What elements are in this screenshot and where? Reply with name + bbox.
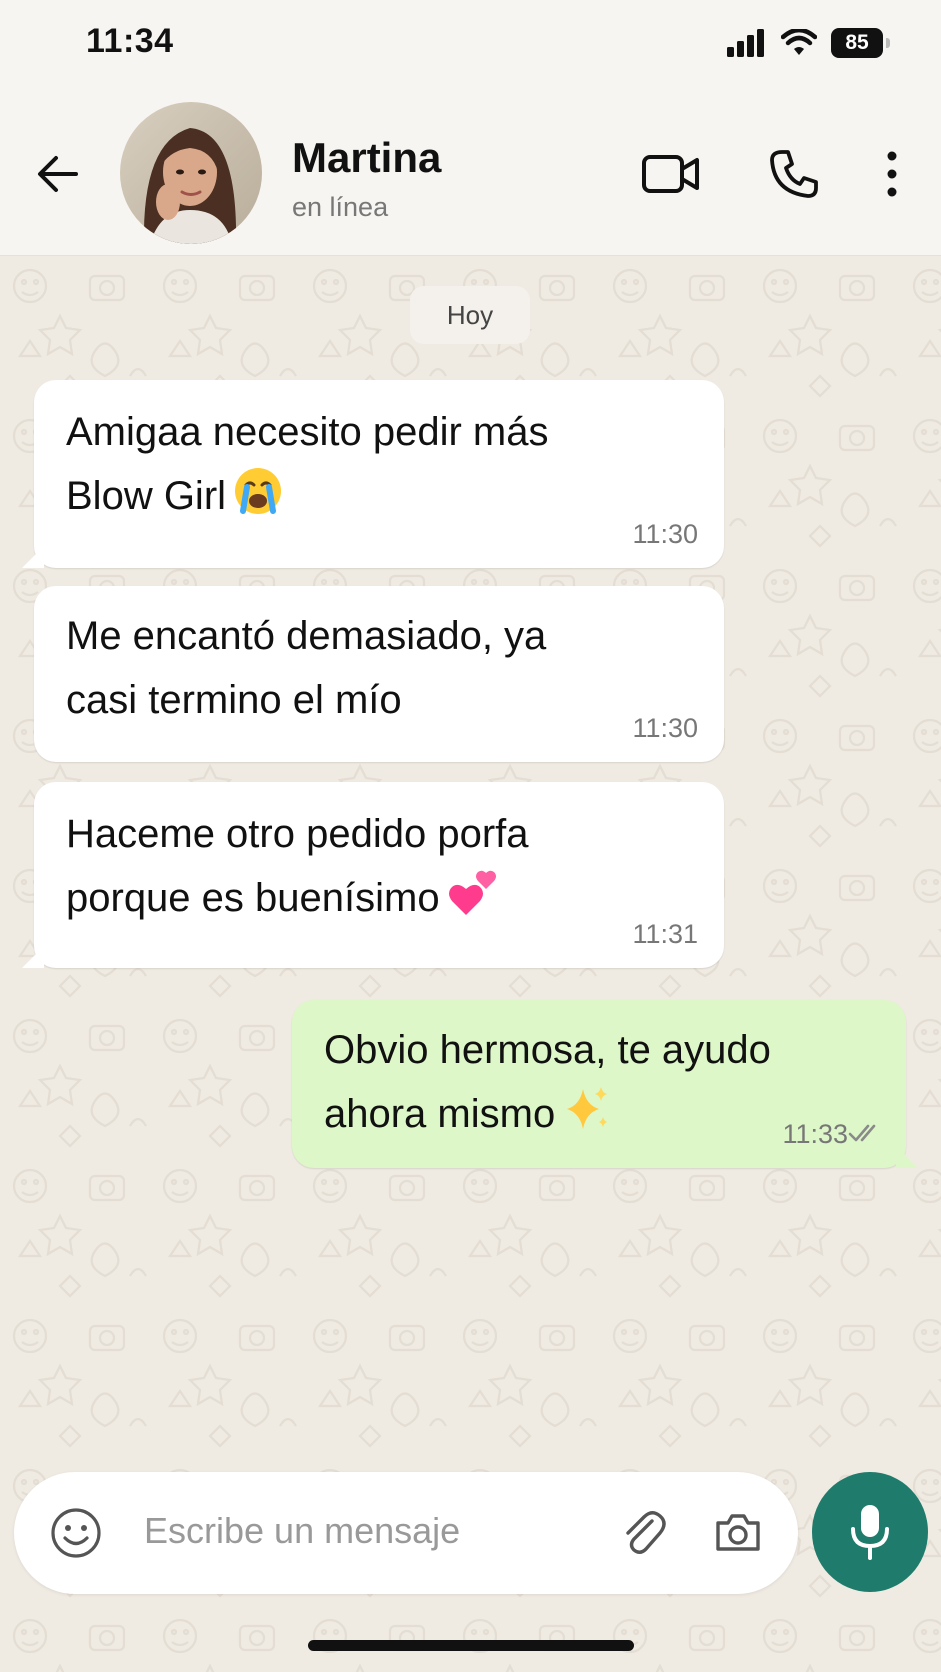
message-line-with-emoji: porque es buenísimo	[66, 866, 529, 930]
whatsapp-chat-screen: 11:34 85 Martina en línea Hoy Amigaa nec…	[0, 0, 941, 1672]
message-line: Haceme otro pedido porfa	[66, 812, 529, 856]
message-time: 11:31	[632, 919, 698, 949]
message-bubble-incoming[interactable]: Me encantó demasiado, ya casi termino el…	[34, 586, 724, 762]
two-hearts-icon	[448, 870, 496, 915]
message-line: ahora mismo	[324, 1092, 556, 1136]
signal-icon	[727, 29, 764, 57]
double-check-icon	[848, 1124, 876, 1142]
attach-icon[interactable]	[614, 1505, 670, 1561]
sparkles-icon	[567, 1087, 608, 1129]
contact-name[interactable]: Martina	[292, 134, 441, 182]
message-line: Amigaa necesito pedir más	[66, 410, 549, 454]
status-bar: 11:34 85	[0, 0, 941, 90]
message-text: Me encantó demasiado, ya casi termino el…	[66, 604, 546, 732]
avatar-image	[120, 102, 262, 244]
message-time: 11:30	[632, 713, 698, 743]
message-time: 11:30	[632, 519, 698, 549]
video-call-icon	[642, 155, 699, 193]
avatar[interactable]	[120, 102, 262, 244]
message-input[interactable]: Escribe un mensaje	[144, 1510, 460, 1552]
status-time: 11:34	[86, 22, 174, 60]
wifi-icon	[781, 29, 817, 55]
chat-header: Martina en línea	[0, 90, 941, 256]
back-arrow-icon[interactable]	[30, 146, 86, 202]
status-icons: 85	[727, 28, 890, 58]
video-call-button[interactable]	[640, 146, 702, 202]
chat-area[interactable]: Hoy Amigaa necesito pedir más Blow Girl …	[0, 256, 941, 1672]
battery-level: 85	[845, 31, 869, 54]
message-text: Amigaa necesito pedir más Blow Girl	[66, 400, 548, 528]
battery-icon: 85	[831, 28, 890, 58]
date-chip: Hoy	[410, 286, 530, 344]
more-options-icon	[887, 151, 897, 197]
message-line: porque es buenísimo	[66, 876, 440, 920]
message-bubble-outgoing[interactable]: Obvio hermosa, te ayudo ahora mismo 11:3…	[292, 1000, 918, 1168]
message-bubble-incoming[interactable]: Haceme otro pedido porfa porque es buení…	[22, 782, 724, 968]
phone-call-icon	[770, 150, 818, 198]
message-line-with-emoji: Blow Girl	[66, 464, 548, 528]
camera-icon[interactable]	[710, 1505, 766, 1561]
phone-call-button[interactable]	[764, 146, 824, 202]
message-bubble-incoming[interactable]: Amigaa necesito pedir más Blow Girl 11:3…	[22, 380, 724, 568]
message-composer: Escribe un mensaje	[14, 1472, 798, 1594]
emoji-icon[interactable]	[48, 1505, 104, 1561]
bubble-tail	[22, 946, 44, 968]
message-line-with-emoji: ahora mismo	[324, 1082, 771, 1146]
message-text: Haceme otro pedido porfa porque es buení…	[66, 802, 529, 930]
bubble-tail	[896, 1146, 918, 1168]
more-options-button[interactable]	[872, 146, 912, 202]
mic-icon	[851, 1505, 889, 1560]
home-indicator	[308, 1640, 634, 1651]
message-line: casi termino el mío	[66, 678, 402, 722]
loudly-crying-face-icon	[235, 468, 282, 514]
contact-status: en línea	[292, 192, 389, 222]
message-line: Obvio hermosa, te ayudo	[324, 1028, 771, 1072]
message-time: 11:33	[782, 1119, 848, 1149]
message-text: Obvio hermosa, te ayudo ahora mismo	[324, 1018, 771, 1146]
bubble-tail	[22, 546, 44, 568]
message-line: Blow Girl	[66, 474, 227, 518]
mic-button[interactable]	[812, 1472, 928, 1592]
message-line: Me encantó demasiado, ya	[66, 614, 547, 658]
